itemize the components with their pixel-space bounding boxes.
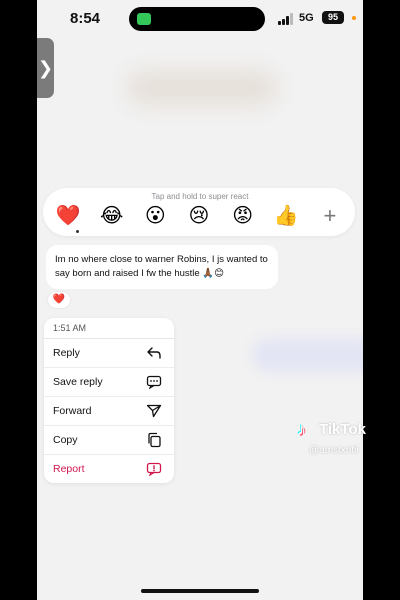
send-icon bbox=[146, 403, 162, 419]
angry-reaction-button[interactable]: 😡 bbox=[228, 203, 258, 229]
sad-reaction-button[interactable]: 😢 bbox=[184, 203, 214, 229]
add-reaction-button[interactable]: + bbox=[315, 203, 345, 229]
menu-timestamp: 1:51 AM bbox=[44, 318, 174, 339]
reply-icon bbox=[146, 345, 162, 361]
menu-item-save-reply[interactable]: Save reply bbox=[44, 368, 174, 397]
watermark-brand: TikTok bbox=[319, 421, 366, 438]
message-reaction-chip[interactable]: ❤️ bbox=[48, 292, 70, 308]
battery-icon: 95 bbox=[322, 11, 344, 24]
menu-item-label: Save reply bbox=[53, 376, 103, 388]
status-bar: 8:54 5G 95 bbox=[37, 0, 363, 36]
laugh-reaction-button[interactable]: 😂 bbox=[97, 203, 127, 229]
signal-icon bbox=[278, 13, 296, 25]
menu-item-reply[interactable]: Reply bbox=[44, 339, 174, 368]
menu-item-label: Copy bbox=[53, 434, 78, 446]
message-bubble[interactable]: Im no where close to warner Robins, I js… bbox=[46, 245, 278, 289]
status-time: 8:54 bbox=[70, 10, 101, 27]
copy-icon bbox=[146, 432, 162, 448]
menu-item-label: Report bbox=[53, 463, 85, 475]
privacy-dot-icon bbox=[352, 16, 356, 20]
menu-item-forward[interactable]: Forward bbox=[44, 397, 174, 426]
home-indicator[interactable] bbox=[141, 589, 259, 593]
menu-item-copy[interactable]: Copy bbox=[44, 426, 174, 455]
menu-item-label: Reply bbox=[53, 347, 80, 359]
chat-bubble-icon bbox=[146, 374, 162, 390]
tiktok-logo-icon: ♪ bbox=[297, 419, 306, 439]
tiktok-watermark: ♪ TikTok @amstxntii bbox=[297, 419, 397, 459]
report-icon bbox=[146, 461, 162, 477]
network-label: 5G bbox=[299, 12, 314, 24]
menu-item-label: Forward bbox=[53, 405, 92, 417]
blurred-header bbox=[127, 70, 277, 106]
facetime-indicator-icon bbox=[137, 13, 151, 25]
menu-item-report[interactable]: Report bbox=[44, 455, 174, 483]
selected-reaction-dot bbox=[76, 230, 79, 233]
thumbs-up-reaction-button[interactable]: 👍 bbox=[271, 203, 301, 229]
dm-screen: 8:54 5G 95 ❤️ 😂 😮 😢 😡 👍 + Tap and hold t… bbox=[37, 0, 363, 600]
surprised-reaction-button[interactable]: 😮 bbox=[140, 203, 170, 229]
blurred-message-bubble bbox=[252, 338, 363, 372]
heart-reaction-button[interactable]: ❤️ bbox=[53, 203, 83, 229]
watermark-handle: @amstxntii bbox=[309, 445, 359, 456]
context-menu: 1:51 AM Reply Save reply Forward Copy Re… bbox=[44, 318, 174, 483]
reaction-hint: Tap and hold to super react bbox=[151, 192, 249, 201]
side-panel-tab[interactable]: ❯ bbox=[37, 38, 54, 98]
emoji-row: ❤️ 😂 😮 😢 😡 👍 + bbox=[53, 203, 345, 229]
dynamic-island bbox=[129, 7, 265, 31]
